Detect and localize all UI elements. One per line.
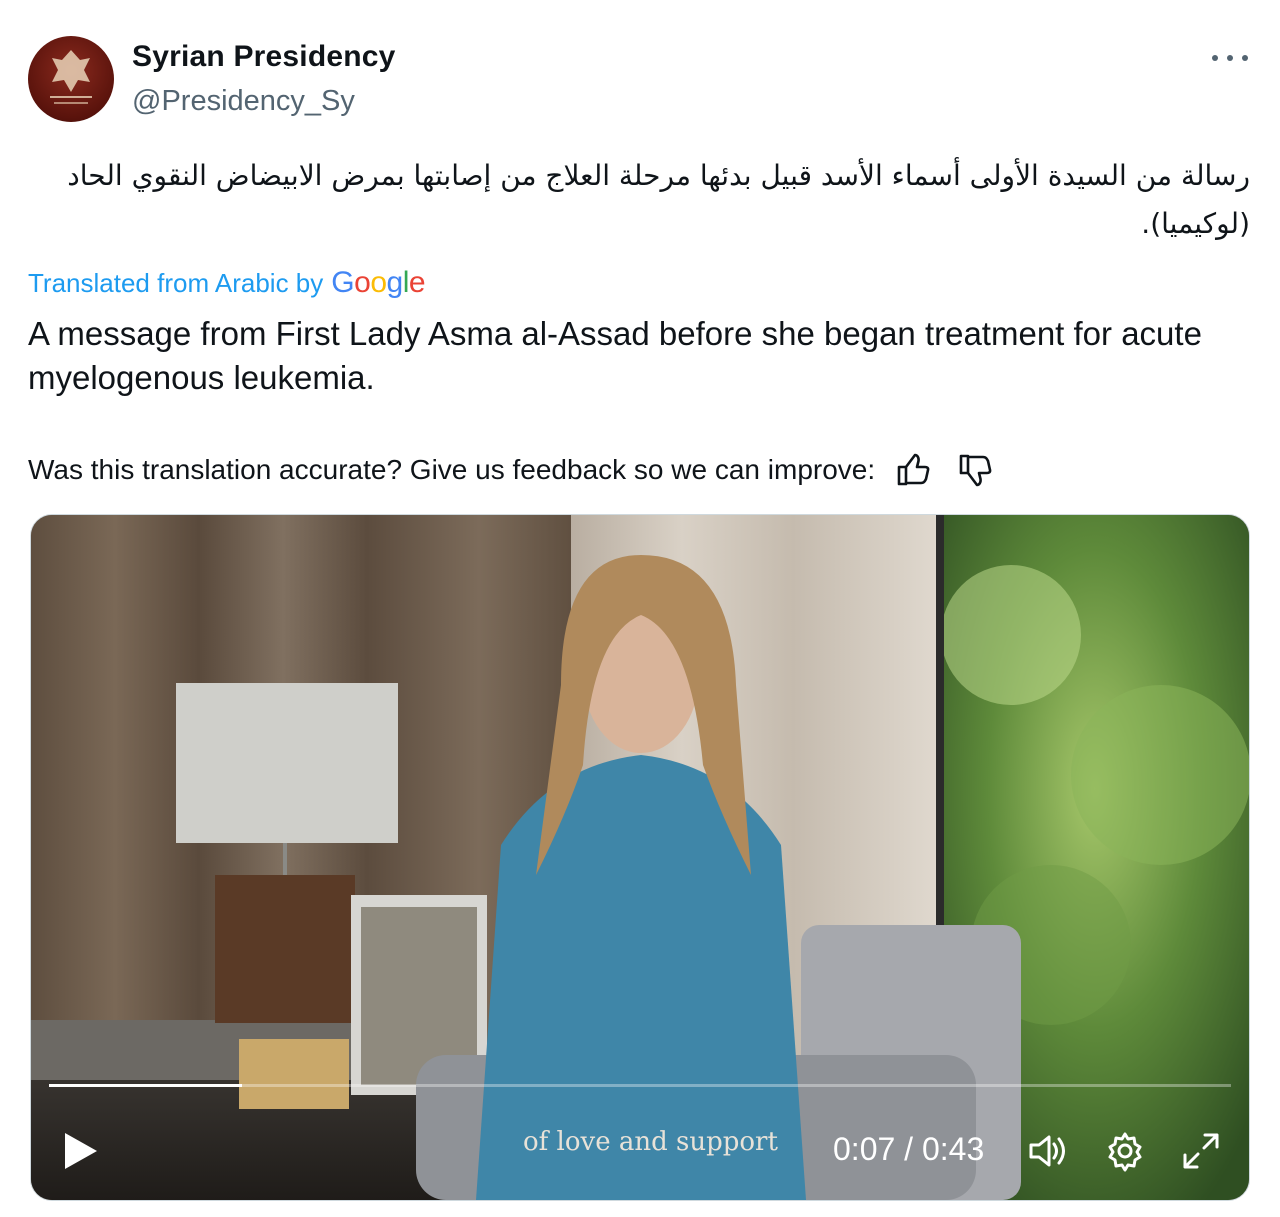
video-time: 0:07 / 0:43: [833, 1131, 984, 1168]
settings-icon[interactable]: [1103, 1129, 1147, 1173]
google-logo: Google: [331, 266, 426, 299]
fullscreen-icon[interactable]: [1179, 1129, 1223, 1173]
thumbs-down-icon[interactable]: [955, 450, 995, 490]
avatar[interactable]: [28, 36, 114, 122]
video-player[interactable]: of love and support 0:07 / 0:43: [30, 514, 1250, 1201]
presidency-emblem-icon: [50, 50, 92, 104]
video-time-separator: /: [895, 1131, 922, 1167]
video-caption: of love and support: [523, 1127, 778, 1157]
feedback-prompt: Was this translation accurate? Give us f…: [28, 454, 876, 485]
volume-icon[interactable]: [1025, 1129, 1069, 1173]
translation-attribution[interactable]: Translated from Arabic by Google: [28, 266, 426, 300]
tweet-translation: A message from First Lady Asma al-Assad …: [28, 315, 1202, 396]
video-current-time: 0:07: [833, 1131, 896, 1167]
video-progress-fill: [49, 1084, 242, 1087]
user-handle[interactable]: @Presidency_Sy: [132, 85, 355, 118]
play-icon[interactable]: [61, 1129, 101, 1173]
thumbs-up-icon[interactable]: [893, 450, 933, 490]
video-progress-bar[interactable]: [49, 1084, 1231, 1087]
translation-feedback: Was this translation accurate? Give us f…: [28, 450, 995, 490]
translated-label: Translated from Arabic by: [28, 268, 324, 298]
more-icon[interactable]: [1208, 46, 1252, 70]
video-frame: [31, 515, 1249, 1200]
display-name[interactable]: Syrian Presidency: [132, 40, 396, 74]
video-duration: 0:43: [921, 1131, 985, 1167]
tweet-original-text: رسالة من السيدة الأولى أسماء الأسد قبيل …: [67, 159, 1250, 240]
